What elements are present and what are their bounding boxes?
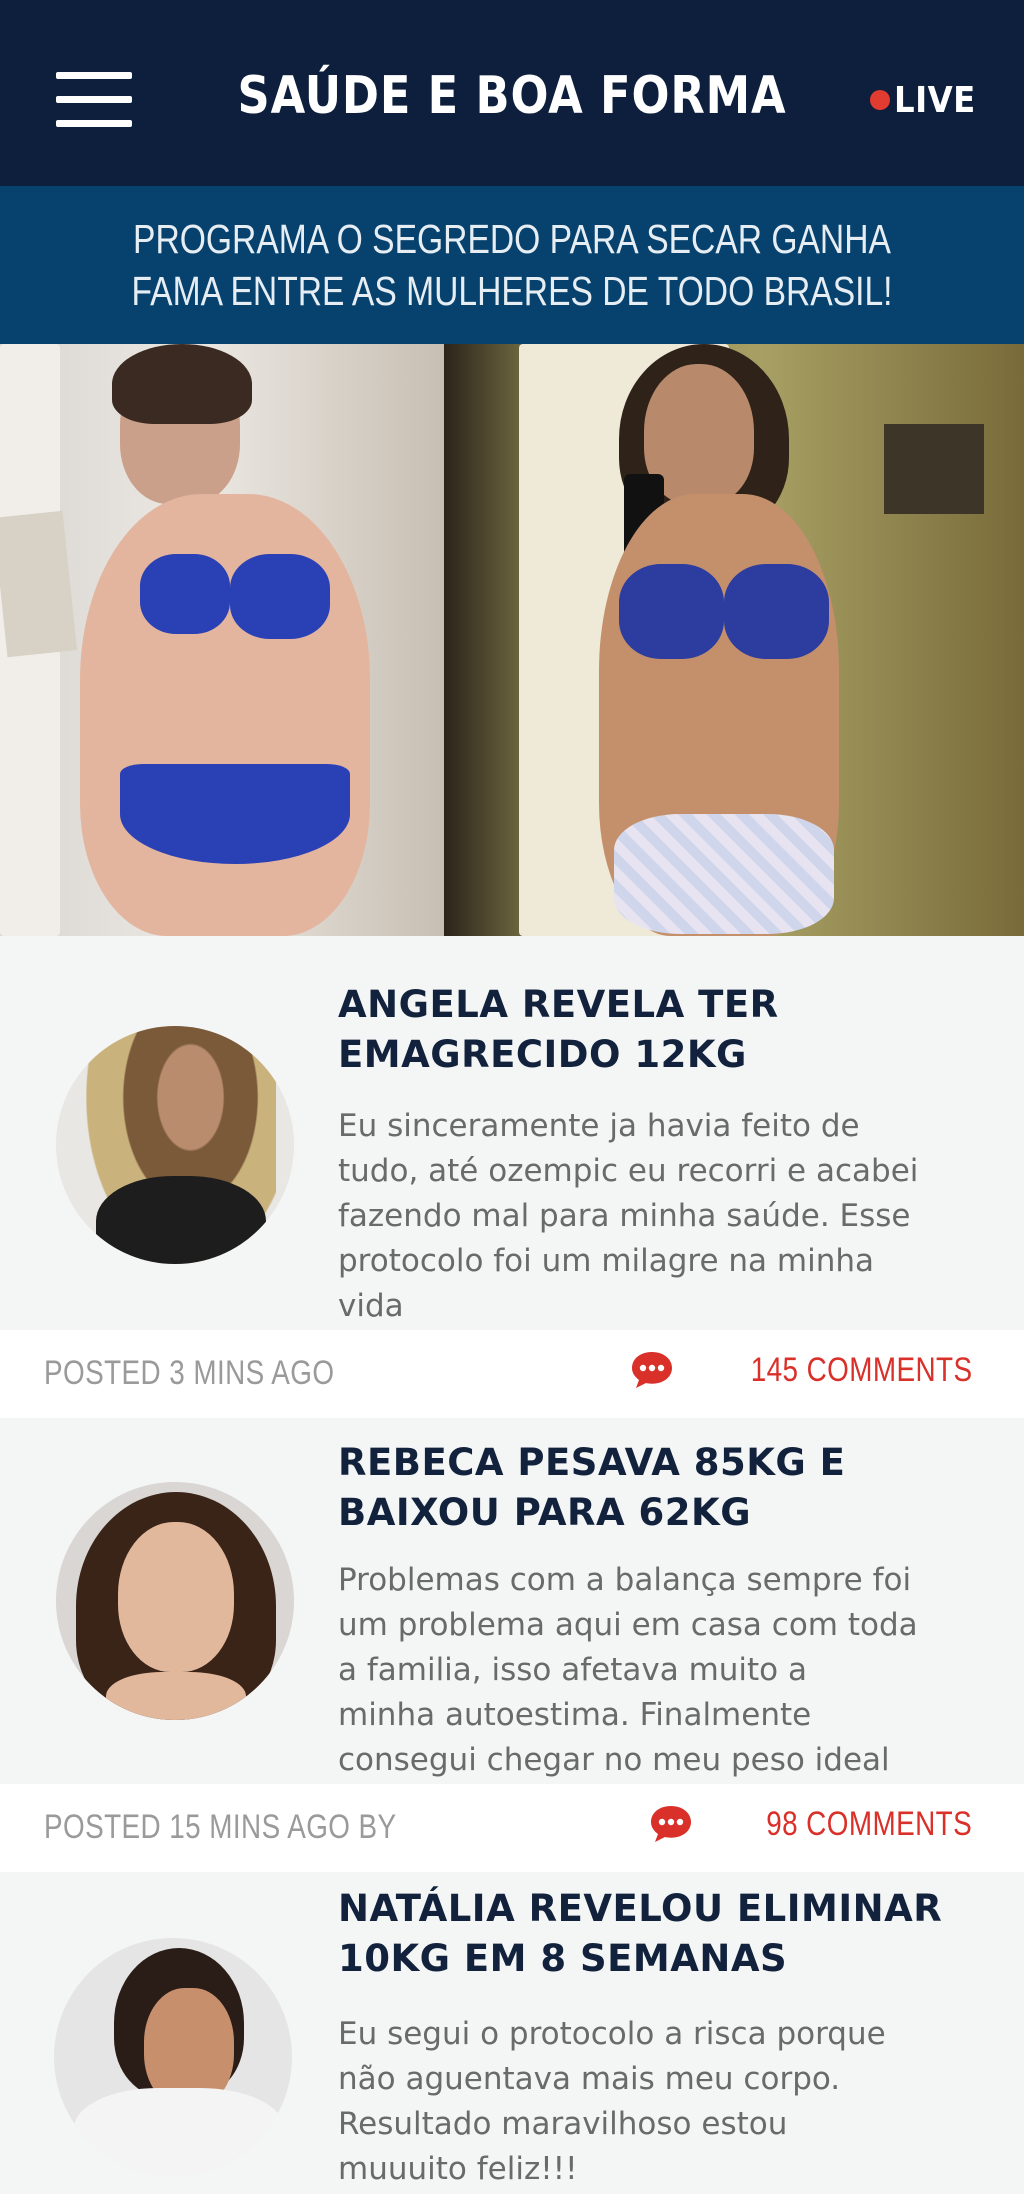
post-title-line: EMAGRECIDO 12KG	[338, 1033, 747, 1076]
avatar	[54, 1938, 292, 2176]
site-title[interactable]: SAÚDE E BOA FORMA	[72, 66, 953, 126]
excerpt-line: um problema aqui em casa com toda	[338, 1607, 918, 1643]
excerpt-line: a familia, isso afetava muito a	[338, 1652, 807, 1688]
live-dot-icon	[870, 90, 890, 110]
posted-time: POSTED 15 MINS AGO BY	[44, 1808, 397, 1846]
post-title-line: 10KG EM 8 SEMANAS	[338, 1937, 788, 1980]
excerpt-line: Eu segui o protocolo a risca porque	[338, 2016, 886, 2052]
live-label: LIVE	[894, 79, 976, 121]
speech-bubble-icon	[649, 1804, 693, 1844]
excerpt-line: vida	[338, 1288, 404, 1324]
excerpt-line: Eu sinceramente ja havia feito de	[338, 1108, 860, 1144]
testimonial-post[interactable]: ANGELA REVELA TER EMAGRECIDO 12KG Eu sin…	[0, 936, 1024, 1330]
posted-time: POSTED 3 MINS AGO	[44, 1354, 335, 1392]
excerpt-line: Problemas com a balança sempre foi	[338, 1562, 912, 1598]
comments-link[interactable]: 145 COMMENTS	[630, 1350, 973, 1390]
comment-count: 145 COMMENTS	[750, 1350, 972, 1389]
headline-banner: PROGRAMA O SEGREDO PARA SECAR GANHA FAMA…	[0, 186, 1024, 344]
post-title[interactable]: NATÁLIA REVELOU ELIMINAR 10KG EM 8 SEMAN…	[338, 1884, 998, 1984]
after-photo	[444, 344, 1024, 936]
avatar	[56, 1026, 294, 1264]
post-title[interactable]: REBECA PESAVA 85KG E BAIXOU PARA 62KG	[338, 1438, 998, 1538]
excerpt-line: não aguentava mais meu corpo.	[338, 2061, 841, 2097]
headline-line-2: FAMA ENTRE AS MULHERES DE TODO BRASIL!	[131, 268, 893, 314]
post-excerpt: Eu sinceramente ja havia feito de tudo, …	[338, 1104, 938, 1329]
post-meta-bar: POSTED 15 MINS AGO BY 98 COMMENTS	[0, 1784, 1024, 1872]
avatar	[56, 1482, 294, 1720]
site-header: SAÚDE E BOA FORMA LIVE	[0, 0, 1024, 186]
excerpt-line: fazendo mal para minha saúde. Esse	[338, 1198, 911, 1234]
post-excerpt: Problemas com a balança sempre foi um pr…	[338, 1558, 938, 1783]
comment-count: 98 COMMENTS	[766, 1804, 972, 1843]
comments-link[interactable]: 98 COMMENTS	[649, 1804, 972, 1844]
excerpt-line: tudo, até ozempic eu recorri e acabei	[338, 1153, 919, 1189]
post-title[interactable]: ANGELA REVELA TER EMAGRECIDO 12KG	[338, 980, 998, 1080]
post-title-line: ANGELA REVELA TER	[338, 983, 779, 1026]
speech-bubble-icon	[630, 1350, 674, 1390]
post-meta-bar: POSTED 3 MINS AGO 145 COMMENTS	[0, 1330, 1024, 1418]
post-title-line: REBECA PESAVA 85KG E	[338, 1441, 846, 1484]
before-photo	[0, 344, 444, 936]
testimonial-post[interactable]: NATÁLIA REVELOU ELIMINAR 10KG EM 8 SEMAN…	[0, 1872, 1024, 2194]
post-excerpt: Eu segui o protocolo a risca porque não …	[338, 2012, 938, 2192]
headline-text: PROGRAMA O SEGREDO PARA SECAR GANHA FAMA…	[92, 213, 932, 317]
excerpt-line: protocolo foi um milagre na minha	[338, 1243, 875, 1279]
excerpt-line: minha autoestima. Finalmente	[338, 1697, 812, 1733]
headline-line-1: PROGRAMA O SEGREDO PARA SECAR GANHA	[133, 216, 891, 262]
before-after-photo	[0, 344, 1024, 936]
excerpt-line: consegui chegar no meu peso ideal	[338, 1742, 890, 1778]
post-title-line: BAIXOU PARA 62KG	[338, 1491, 752, 1534]
live-indicator[interactable]: LIVE	[870, 79, 985, 121]
excerpt-line: muuuito feliz!!!	[338, 2151, 578, 2187]
excerpt-line: Resultado maravilhoso estou	[338, 2106, 788, 2142]
testimonial-post[interactable]: REBECA PESAVA 85KG E BAIXOU PARA 62KG Pr…	[0, 1418, 1024, 1784]
post-title-line: NATÁLIA REVELOU ELIMINAR	[338, 1887, 943, 1930]
